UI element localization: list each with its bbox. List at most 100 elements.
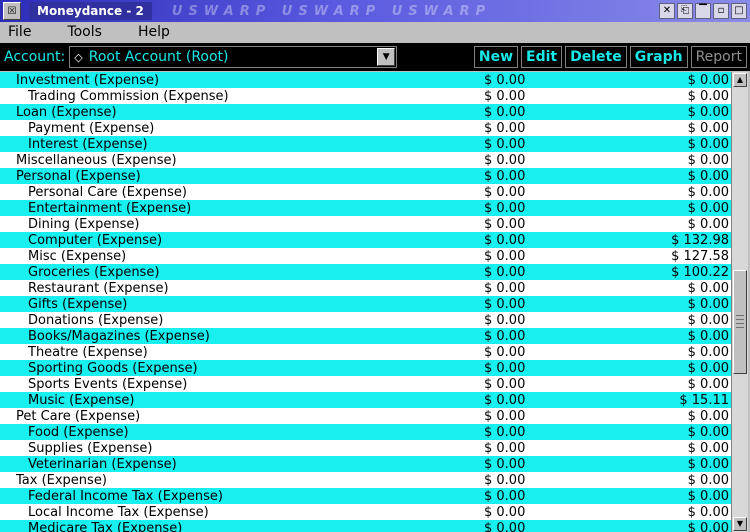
account-name: Interest (Expense) [28,136,148,152]
account-name: Personal Care (Expense) [28,184,187,200]
shade-icon[interactable]: ⎗ [677,3,693,19]
table-row[interactable]: Personal Care (Expense) $ 0.00 $ 0.00 [0,184,731,200]
account-balance: $ 0.00 [484,72,526,88]
table-row[interactable]: Groceries (Expense) $ 0.00 $ 100.22 [0,264,731,280]
window-menu-icon[interactable]: ☒ [3,2,21,20]
new-button[interactable]: New [473,46,519,68]
account-toolbar: Account: ◇ Root Account (Root) ▼ New Edi… [0,43,750,71]
account-balance: $ 0.00 [484,184,526,200]
table-row[interactable]: Payment (Expense) $ 0.00 $ 0.00 [0,120,731,136]
account-total: $ 0.00 [687,184,729,200]
account-total: $ 0.00 [687,504,729,520]
account-total: $ 0.00 [687,88,729,104]
diamond-icon: ◇ [74,50,83,64]
restore-icon[interactable]: ▫ [713,3,729,19]
account-name: Donations (Expense) [28,312,164,328]
table-row[interactable]: Food (Expense) $ 0.00 $ 0.00 [0,424,731,440]
table-row[interactable]: Federal Income Tax (Expense) $ 0.00 $ 0.00 [0,488,731,504]
table-row[interactable]: Veterinarian (Expense) $ 0.00 $ 0.00 [0,456,731,472]
table-row[interactable]: Personal (Expense) $ 0.00 $ 0.00 [0,168,731,184]
graph-button[interactable]: Graph [629,46,688,68]
account-total: $ 0.00 [687,104,729,120]
account-name: Computer (Expense) [28,232,163,248]
account-name: Sports Events (Expense) [28,376,188,392]
table-row[interactable]: Pet Care (Expense) $ 0.00 $ 0.00 [0,408,731,424]
table-row[interactable]: Computer (Expense) $ 0.00 $ 132.98 [0,232,731,248]
vertical-scrollbar[interactable]: ▲ ▼ [731,72,748,532]
account-total: $ 0.00 [687,200,729,216]
table-row[interactable]: Misc (Expense) $ 0.00 $ 127.58 [0,248,731,264]
account-select[interactable]: ◇ Root Account (Root) ▼ [69,46,398,68]
account-balance: $ 0.00 [484,504,526,520]
title-bar[interactable]: ☒ Moneydance - 2 USWARP USWARP USWARP ✕ … [0,0,750,22]
table-row[interactable]: Entertainment (Expense) $ 0.00 $ 0.00 [0,200,731,216]
account-balance: $ 0.00 [484,248,526,264]
chevron-down-icon[interactable]: ▼ [377,48,396,66]
table-row[interactable]: Local Income Tax (Expense) $ 0.00 $ 0.00 [0,504,731,520]
table-row[interactable]: Loan (Expense) $ 0.00 $ 0.00 [0,104,731,120]
account-balance: $ 0.00 [484,328,526,344]
table-row[interactable]: Trading Commission (Expense) $ 0.00 $ 0.00 [0,88,731,104]
table-row[interactable]: Sporting Goods (Expense) $ 0.00 $ 0.00 [0,360,731,376]
table-row[interactable]: Gifts (Expense) $ 0.00 $ 0.00 [0,296,731,312]
account-name: Payment (Expense) [28,120,155,136]
account-balance: $ 0.00 [484,488,526,504]
account-name: Miscellaneous (Expense) [16,152,177,168]
table-row[interactable]: Books/Magazines (Expense) $ 0.00 $ 0.00 [0,328,731,344]
account-balance: $ 0.00 [484,136,526,152]
account-balance: $ 0.00 [484,168,526,184]
table-row[interactable]: Sports Events (Expense) $ 0.00 $ 0.00 [0,376,731,392]
table-row[interactable]: Theatre (Expense) $ 0.00 $ 0.00 [0,344,731,360]
delete-button[interactable]: Delete [565,46,627,68]
account-name: Local Income Tax (Expense) [28,504,209,520]
table-row[interactable]: Restaurant (Expense) $ 0.00 $ 0.00 [0,280,731,296]
table-row[interactable]: Supplies (Expense) $ 0.00 $ 0.00 [0,440,731,456]
account-total: $ 100.22 [671,264,729,280]
account-name: Books/Magazines (Expense) [28,328,210,344]
account-name: Trading Commission (Expense) [28,88,229,104]
table-row[interactable]: Music (Expense) $ 0.00 $ 15.11 [0,392,731,408]
scroll-down-icon[interactable]: ▼ [733,517,747,531]
scroll-up-icon[interactable]: ▲ [733,73,747,87]
title-watermark: USWARP USWARP USWARP [171,3,492,19]
account-total: $ 0.00 [687,120,729,136]
menu-tools[interactable]: Tools [49,24,120,40]
account-name: Medicare Tax (Expense) [28,520,183,532]
account-balance: $ 0.00 [484,104,526,120]
account-label: Account: [4,49,66,65]
table-row[interactable]: Donations (Expense) $ 0.00 $ 0.00 [0,312,731,328]
table-row[interactable]: Medicare Tax (Expense) $ 0.00 $ 0.00 [0,520,731,532]
menu-bar: File Tools Help [0,22,750,42]
account-total: $ 0.00 [687,168,729,184]
minimize-icon[interactable]: ▔ [695,3,711,19]
report-button[interactable]: Report [690,46,747,68]
menu-help[interactable]: Help [120,24,188,40]
account-balance: $ 0.00 [484,392,526,408]
table-row[interactable]: Dining (Expense) $ 0.00 $ 0.00 [0,216,731,232]
maximize-icon[interactable]: □ [731,3,747,19]
account-balance: $ 0.00 [484,312,526,328]
account-balance: $ 0.00 [484,296,526,312]
table-row[interactable]: Miscellaneous (Expense) $ 0.00 $ 0.00 [0,152,731,168]
account-name: Pet Care (Expense) [16,408,141,424]
account-total: $ 0.00 [687,520,729,532]
edit-button[interactable]: Edit [521,46,563,68]
table-row[interactable]: Interest (Expense) $ 0.00 $ 0.00 [0,136,731,152]
account-name: Supplies (Expense) [28,440,153,456]
account-name: Gifts (Expense) [28,296,128,312]
account-total: $ 15.11 [679,392,729,408]
account-balance: $ 0.00 [484,376,526,392]
table-row[interactable]: Tax (Expense) $ 0.00 $ 0.00 [0,472,731,488]
table-row[interactable]: Investment (Expense) $ 0.00 $ 0.00 [0,72,731,88]
account-total: $ 127.58 [671,248,729,264]
account-total: $ 0.00 [687,472,729,488]
account-balance: $ 0.00 [484,440,526,456]
close-icon[interactable]: ✕ [659,3,675,19]
account-total: $ 0.00 [687,360,729,376]
account-balance: $ 0.00 [484,216,526,232]
account-name: Entertainment (Expense) [28,200,192,216]
menu-file[interactable]: File [0,24,49,40]
account-total: $ 132.98 [671,232,729,248]
account-name: Personal (Expense) [16,168,141,184]
scroll-thumb[interactable] [733,270,747,374]
